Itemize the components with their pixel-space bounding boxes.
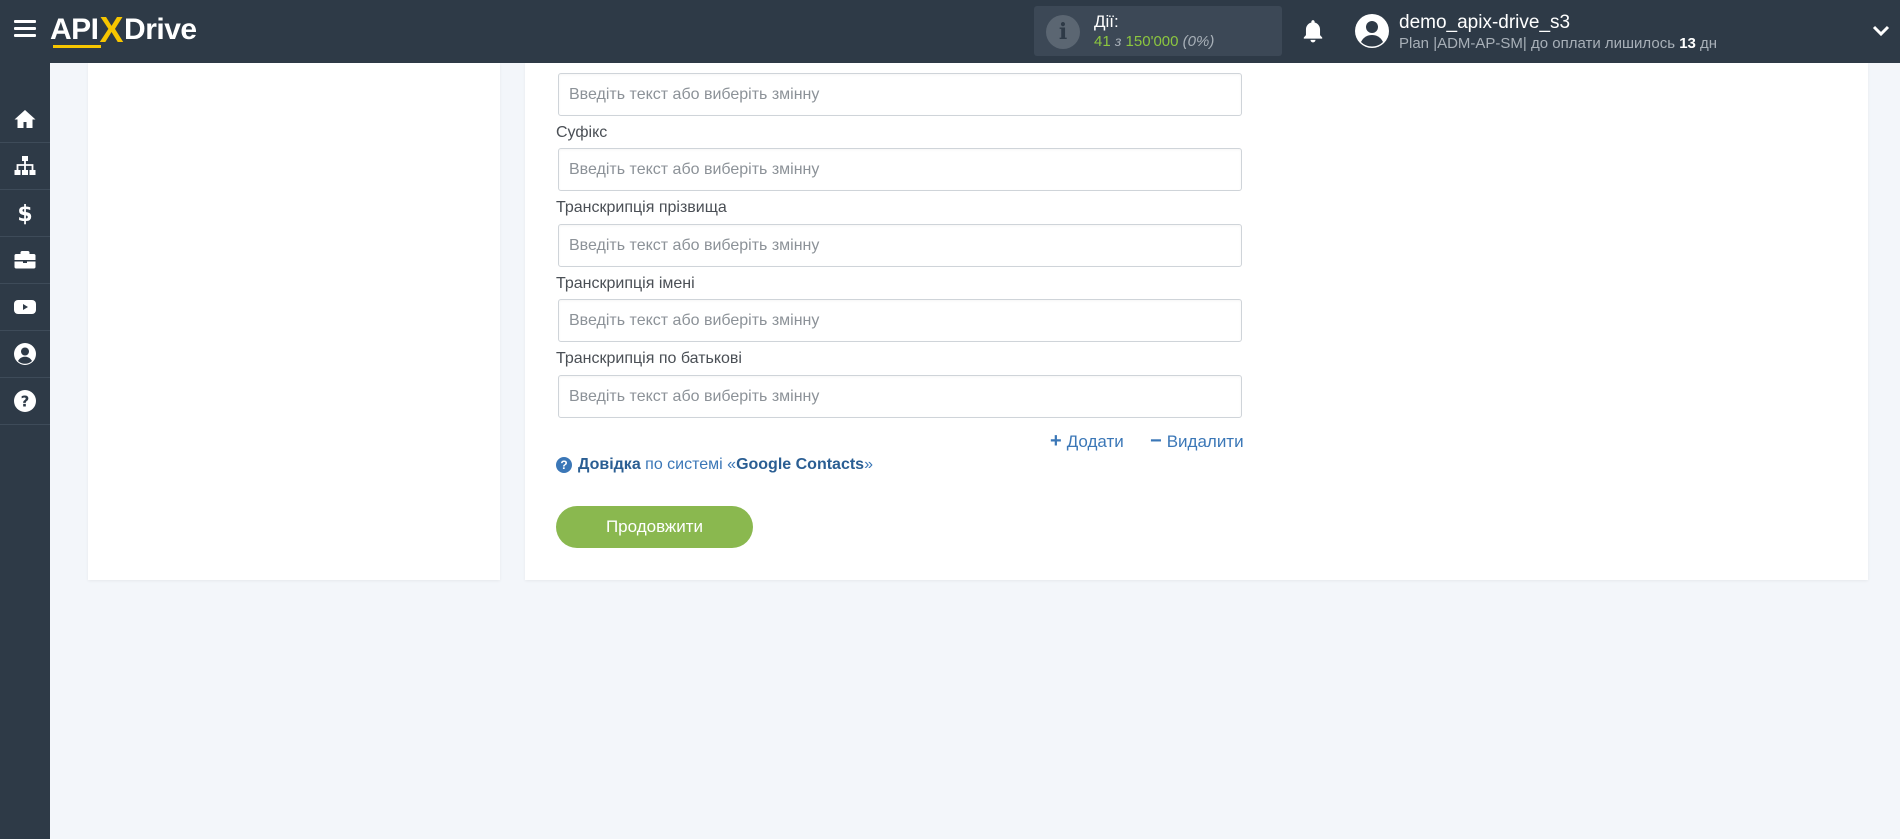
help-link[interactable]: ? Довідка по системі «Google Contacts» bbox=[556, 456, 873, 474]
youtube-icon bbox=[14, 300, 36, 314]
left-panel bbox=[88, 63, 500, 580]
actions-total: 150'000 bbox=[1125, 33, 1179, 50]
logo-drive-text: Drive bbox=[124, 13, 197, 46]
user-circle-icon bbox=[14, 343, 36, 365]
plan-info: Plan |ADM-AP-SM| до оплати лишилось 13 д… bbox=[1399, 35, 1717, 52]
help-end: » bbox=[864, 456, 873, 473]
apix-drive-logo[interactable]: API X Drive bbox=[50, 9, 197, 50]
question-circle-icon: ? bbox=[14, 390, 36, 412]
bell-icon[interactable] bbox=[1300, 18, 1326, 44]
svg-text:$: $ bbox=[17, 202, 32, 225]
continue-button[interactable]: Продовжити bbox=[556, 506, 753, 548]
add-label: Додати bbox=[1066, 431, 1124, 451]
avatar[interactable] bbox=[1355, 14, 1389, 48]
help-middle: по системі « bbox=[645, 456, 737, 473]
sidebar-item-tools[interactable] bbox=[0, 237, 50, 284]
plan-days: 13 bbox=[1679, 35, 1696, 52]
plus-icon: + bbox=[1050, 430, 1062, 452]
svg-text:?: ? bbox=[21, 393, 30, 411]
chevron-down-icon[interactable] bbox=[1872, 24, 1890, 38]
actions-used: 41 bbox=[1094, 33, 1111, 50]
actions-counter: i Дії: 41 з 150'000 (0%) bbox=[1034, 6, 1282, 56]
home-icon bbox=[14, 110, 36, 128]
logo-api-text: API bbox=[50, 13, 99, 46]
username[interactable]: demo_apix-drive_s3 bbox=[1399, 12, 1570, 34]
add-field-button[interactable]: + Додати bbox=[1050, 430, 1124, 453]
sidebar-item-help[interactable]: ? bbox=[0, 378, 50, 425]
field-input-0[interactable] bbox=[558, 73, 1242, 116]
sitemap-icon bbox=[14, 156, 36, 175]
sidebar: $ ? bbox=[0, 63, 50, 839]
surname-transcription-input[interactable] bbox=[558, 224, 1242, 267]
field-label-name-transcription: Транскрипція імені bbox=[556, 275, 695, 292]
field-label-surname-transcription: Транскрипція прізвища bbox=[556, 199, 727, 216]
plan-days-unit: дн bbox=[1700, 35, 1718, 52]
info-icon: i bbox=[1046, 15, 1080, 49]
logo-underline bbox=[53, 45, 101, 48]
actions-percent: (0%) bbox=[1182, 33, 1215, 50]
dollar-icon: $ bbox=[17, 202, 32, 225]
sidebar-item-profile[interactable] bbox=[0, 331, 50, 378]
remove-field-button[interactable]: − Видалити bbox=[1150, 430, 1244, 453]
remove-label: Видалити bbox=[1166, 431, 1244, 451]
briefcase-icon bbox=[14, 251, 36, 269]
menu-icon[interactable] bbox=[14, 20, 36, 38]
patronymic-transcription-input[interactable] bbox=[558, 375, 1242, 418]
sidebar-item-billing[interactable]: $ bbox=[0, 190, 50, 237]
help-bold: Довідка bbox=[578, 456, 641, 473]
logo-x-text: X bbox=[99, 9, 124, 50]
actions-label: Дії: bbox=[1094, 12, 1119, 31]
actions-of: з bbox=[1114, 33, 1122, 49]
question-circle-icon: ? bbox=[556, 457, 572, 473]
name-transcription-input[interactable] bbox=[558, 299, 1242, 342]
suffix-input[interactable] bbox=[558, 148, 1242, 191]
help-service: Google Contacts bbox=[736, 456, 865, 473]
sidebar-item-video[interactable] bbox=[0, 284, 50, 331]
top-bar: API X Drive i Дії: 41 з 150'000 (0%) demo_… bbox=[0, 0, 1900, 63]
sidebar-item-home[interactable] bbox=[0, 96, 50, 143]
plan-prefix: Plan |ADM-AP-SM| до оплати лишилось bbox=[1399, 35, 1676, 52]
sidebar-item-connections[interactable] bbox=[0, 143, 50, 190]
field-label-patronymic-transcription: Транскрипція по батькові bbox=[556, 350, 742, 367]
minus-icon: − bbox=[1150, 430, 1162, 452]
field-label-suffix: Суфікс bbox=[556, 124, 608, 141]
actions-count: 41 з 150'000 (0%) bbox=[1094, 33, 1214, 50]
